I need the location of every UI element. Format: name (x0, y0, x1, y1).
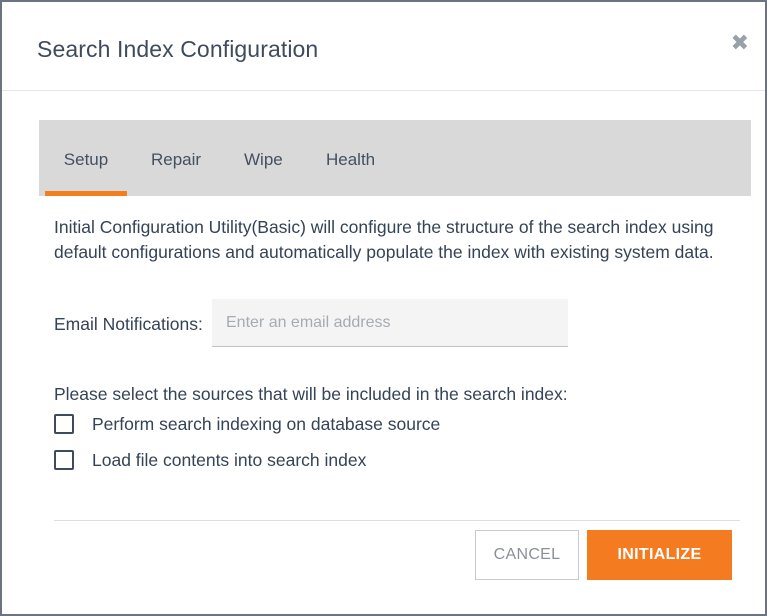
search-index-dialog: Search Index Configuration ✖ Setup Repai… (0, 0, 767, 616)
close-icon[interactable]: ✖ (731, 32, 749, 54)
email-field[interactable] (212, 299, 568, 347)
tab-bar: Setup Repair Wipe Health (39, 120, 751, 196)
initialize-button[interactable]: INITIALIZE (587, 530, 732, 580)
database-source-label: Perform search indexing on database sour… (92, 413, 441, 434)
description-text: Initial Configuration Utility(Basic) wil… (54, 217, 714, 262)
tab-wipe[interactable]: Wipe (244, 150, 283, 196)
email-notifications-label: Email Notifications: (54, 314, 203, 334)
database-source-checkbox[interactable] (54, 414, 74, 434)
database-source-option[interactable]: Perform search indexing on database sour… (54, 412, 440, 436)
cancel-button[interactable]: CANCEL (475, 530, 579, 580)
footer-divider (54, 520, 740, 521)
tab-setup[interactable]: Setup (45, 150, 127, 196)
dialog-title: Search Index Configuration (37, 36, 319, 62)
dialog-header: Search Index Configuration ✖ (2, 2, 765, 91)
file-contents-label: Load file contents into search index (92, 449, 367, 470)
tab-repair[interactable]: Repair (151, 150, 201, 196)
active-tab-indicator (45, 191, 127, 196)
file-contents-checkbox[interactable] (54, 450, 74, 470)
file-contents-option[interactable]: Load file contents into search index (54, 448, 366, 472)
sources-label: Please select the sources that will be i… (54, 384, 568, 404)
tab-health[interactable]: Health (326, 150, 375, 196)
